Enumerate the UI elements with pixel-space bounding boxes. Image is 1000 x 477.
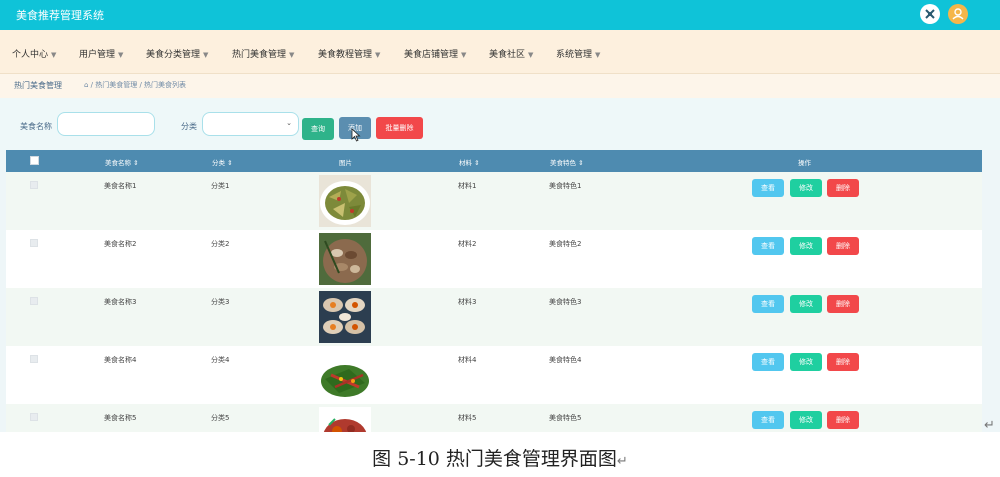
- delete-button[interactable]: 删除: [827, 353, 859, 371]
- row-checkbox[interactable]: [30, 181, 38, 189]
- food-name-input[interactable]: [57, 112, 155, 136]
- breadcrumb: 热门美食管理 ⌂ / 热门美食管理 / 热门美食列表: [0, 74, 1000, 98]
- figure-caption: 图 5-10 热门美食管理界面图↵: [372, 448, 628, 470]
- food-name-label: 美食名称: [20, 122, 52, 131]
- material-cell: 材料3: [458, 298, 477, 306]
- select-all-checkbox[interactable]: [30, 156, 39, 165]
- feature-cell: 美食特色3: [549, 298, 582, 306]
- feature-cell: 美食特色5: [549, 414, 582, 422]
- chevron-down-icon: ▼: [595, 51, 601, 59]
- app-screen: 美食推荐管理系统 个人中心 ▼ 用户管理 ▼ 美食分类管理 ▼ 热门美食管理 ▼ 美食教…: [0, 0, 1000, 432]
- food-name-cell: 美食名称1: [104, 182, 137, 190]
- delete-button[interactable]: 删除: [827, 411, 859, 429]
- edit-button[interactable]: 修改: [790, 353, 822, 371]
- food-name-cell: 美食名称3: [104, 298, 137, 306]
- food-thumbnail: [319, 349, 371, 401]
- row-checkbox[interactable]: [30, 297, 38, 305]
- nav-food-community[interactable]: 美食社区 ▼: [489, 47, 533, 60]
- category-select[interactable]: ⌄: [202, 112, 299, 136]
- column-header-image: 图片: [339, 159, 352, 167]
- column-header-feature[interactable]: 美食特色 ⇕: [550, 157, 584, 167]
- main-nav: 个人中心 ▼ 用户管理 ▼ 美食分类管理 ▼ 热门美食管理 ▼ 美食教程管理 ▼ 美食店铺…: [0, 30, 1000, 74]
- chevron-down-icon: ▼: [461, 51, 467, 59]
- category-label: 分类: [181, 122, 197, 131]
- column-header-actions: 操作: [798, 159, 811, 167]
- delete-button[interactable]: 删除: [827, 237, 859, 255]
- breadcrumb-title: 热门美食管理: [14, 81, 62, 90]
- edit-button[interactable]: 修改: [790, 295, 822, 313]
- category-cell: 分类1: [211, 182, 230, 190]
- chevron-down-icon: ▼: [203, 51, 209, 59]
- table-row: 美食名称4 分类4 材料4 美食特色4 查看 修改 删除: [6, 346, 982, 404]
- table-row: 美食名称5 分类5 材料5 美食特色5 查看 修改 删除: [6, 404, 982, 432]
- feature-cell: 美食特色2: [549, 240, 582, 248]
- nav-personal-center[interactable]: 个人中心 ▼: [12, 47, 56, 60]
- view-button[interactable]: 查看: [752, 237, 784, 255]
- chevron-down-icon: ▼: [528, 51, 534, 59]
- column-header-name[interactable]: 美食名称 ⇕: [105, 157, 139, 167]
- fullscreen-icon[interactable]: [920, 4, 940, 24]
- category-cell: 分类3: [211, 298, 230, 306]
- table-row: 美食名称3 分类3 材料3 美食特色3 查看 修改 删除: [6, 288, 982, 346]
- return-mark: ↵: [984, 418, 995, 433]
- breadcrumb-path[interactable]: ⌂ / 热门美食管理 / 热门美食列表: [84, 80, 186, 90]
- food-name-cell: 美食名称5: [104, 414, 137, 422]
- food-thumbnail: [319, 233, 371, 285]
- row-checkbox[interactable]: [30, 355, 38, 363]
- nav-user-management[interactable]: 用户管理 ▼: [79, 47, 123, 60]
- chevron-down-icon: ▼: [118, 51, 124, 59]
- column-header-material[interactable]: 材料 ⇕: [459, 157, 480, 167]
- delete-button[interactable]: 删除: [827, 295, 859, 313]
- edit-button[interactable]: 修改: [790, 237, 822, 255]
- table-header: 美食名称 ⇕ 分类 ⇕ 图片 材料 ⇕ 美食特色 ⇕ 操作: [6, 150, 982, 172]
- food-name-cell: 美食名称2: [104, 240, 137, 248]
- table-row: 美食名称1 分类1 材料1 美食特色1 查看 修改 删除: [6, 172, 982, 230]
- chevron-down-icon: ▼: [51, 51, 57, 59]
- edit-button[interactable]: 修改: [790, 411, 822, 429]
- nav-system-management[interactable]: 系统管理 ▼: [556, 47, 600, 60]
- category-cell: 分类5: [211, 414, 230, 422]
- category-cell: 分类2: [211, 240, 230, 248]
- search-button[interactable]: 查询: [302, 118, 334, 140]
- edit-button[interactable]: 修改: [790, 179, 822, 197]
- nav-food-tutorial-management[interactable]: 美食教程管理 ▼: [318, 47, 380, 60]
- view-button[interactable]: 查看: [752, 411, 784, 429]
- top-bar: 美食推荐管理系统: [0, 0, 1000, 30]
- view-button[interactable]: 查看: [752, 353, 784, 371]
- chevron-down-icon: ⌄: [286, 119, 292, 127]
- user-avatar-icon[interactable]: [948, 4, 968, 24]
- view-button[interactable]: 查看: [752, 179, 784, 197]
- table-row: 美食名称2 分类2 材料2 美食特色2 查看 修改 删除: [6, 230, 982, 288]
- hot-food-table: 美食名称 ⇕ 分类 ⇕ 图片 材料 ⇕ 美食特色 ⇕ 操作 美食名称1 分类1: [6, 150, 982, 432]
- material-cell: 材料1: [458, 182, 477, 190]
- feature-cell: 美食特色1: [549, 182, 582, 190]
- view-button[interactable]: 查看: [752, 295, 784, 313]
- batch-delete-button[interactable]: 批量删除: [376, 117, 423, 139]
- chevron-down-icon: ▼: [375, 51, 381, 59]
- food-thumbnail: [319, 175, 371, 227]
- material-cell: 材料5: [458, 414, 477, 422]
- food-thumbnail: [319, 291, 371, 343]
- mouse-cursor-icon: [351, 128, 361, 142]
- material-cell: 材料4: [458, 356, 477, 364]
- chevron-down-icon: ▼: [289, 51, 295, 59]
- nav-hot-food-management[interactable]: 热门美食管理 ▼: [232, 47, 294, 60]
- food-name-cell: 美食名称4: [104, 356, 137, 364]
- feature-cell: 美食特色4: [549, 356, 582, 364]
- nav-food-category-management[interactable]: 美食分类管理 ▼: [146, 47, 208, 60]
- row-checkbox[interactable]: [30, 413, 38, 421]
- delete-button[interactable]: 删除: [827, 179, 859, 197]
- material-cell: 材料2: [458, 240, 477, 248]
- app-title: 美食推荐管理系统: [16, 9, 104, 22]
- row-checkbox[interactable]: [30, 239, 38, 247]
- column-header-category[interactable]: 分类 ⇕: [212, 157, 233, 167]
- food-thumbnail: [319, 407, 371, 432]
- category-cell: 分类4: [211, 356, 230, 364]
- nav-food-shop-management[interactable]: 美食店铺管理 ▼: [404, 47, 466, 60]
